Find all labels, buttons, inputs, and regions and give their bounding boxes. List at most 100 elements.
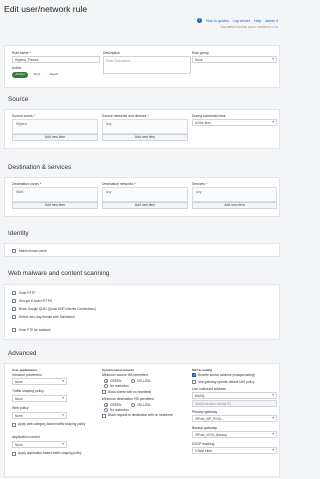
scan-http-checkbox[interactable] [12, 291, 16, 295]
min-dest-label: Minimum destination HB permitted [102, 397, 154, 401]
user-name: admin [265, 18, 276, 23]
add-dest-network-button[interactable]: Add new item [102, 202, 188, 209]
rule-name-label: Rule name * [12, 51, 31, 55]
rule-name-input[interactable]: Highest_Phones [12, 56, 100, 63]
match-users-label: Match known users [19, 249, 47, 253]
apply-app-shaping-checkbox[interactable] [12, 452, 16, 456]
source-heading: Source [8, 96, 29, 103]
apply-app-shaping-label: Apply application-based traffic shaping … [18, 451, 82, 455]
dest-networks-label: Destination networks * [102, 182, 136, 186]
dest-zones-label: Destination zones * [12, 182, 42, 186]
gateway-nat-label: Use gateway specific default NAT policy [198, 380, 255, 384]
add-dest-zone-button[interactable]: Add new item [12, 202, 98, 209]
how-to-link[interactable]: How to guides [206, 19, 229, 23]
source-networks-label: Source networks and devices * [102, 114, 149, 118]
org-name: FIELDBUR HOUSE GOLF COMPANY LTD [220, 25, 278, 29]
block-quic-label: Block Google QUIC (Quick UDP Internet Co… [19, 307, 96, 311]
source-networks-list: Any [102, 119, 188, 134]
add-source-network-button[interactable]: Add new item [102, 134, 188, 141]
web-policy-label: Web policy [12, 406, 29, 410]
appctrl-label: Application control [12, 435, 40, 439]
backup-gateway-label: Backup gateway [192, 426, 217, 430]
help-icon: ? [196, 18, 202, 23]
action-label: Action [12, 66, 22, 70]
service-item: Any [196, 190, 202, 194]
source-green-label: GREEN [110, 379, 122, 383]
dscp-select[interactable]: 0 Best effort [192, 447, 277, 454]
outbound-select[interactable]: MASQ [192, 392, 277, 399]
block-clients-label: Block clients with no heartbeat [108, 390, 152, 394]
decrypt-https-checkbox[interactable] [12, 299, 16, 303]
ips-label: Intrusion prevention [12, 373, 42, 377]
ips-select[interactable]: None [12, 378, 67, 385]
help-link[interactable]: Help [254, 19, 261, 23]
dest-zones-list: WAN [12, 187, 98, 202]
schedule-label: During scheduled time [192, 114, 226, 118]
user-menu[interactable]: admin ▾ [265, 19, 278, 23]
services-list: Any [192, 187, 277, 202]
schedule-select[interactable]: All the time [192, 119, 277, 126]
apply-web-shaping-checkbox[interactable] [12, 423, 16, 427]
advanced-card: User applications Intrusion prevention N… [4, 363, 280, 477]
scan-http-label: Scan HTTP [19, 291, 36, 295]
accept-button[interactable]: Accept [12, 72, 28, 78]
block-clients-checkbox[interactable] [102, 390, 106, 394]
source-none-radio[interactable] [104, 384, 108, 388]
identity-heading: Identity [8, 230, 29, 237]
gateway-nat-checkbox[interactable] [192, 380, 196, 384]
user-apps-heading: User applications [12, 368, 38, 372]
primary-gateway-select[interactable]: ISPold_ISP_POOL [192, 415, 277, 422]
description-label: Description [103, 51, 120, 55]
advanced-heading: Advanced [8, 350, 37, 357]
description-input[interactable]: Enter Description [103, 56, 191, 74]
add-service-button[interactable]: Add new item [192, 202, 277, 209]
primary-gateway-label: Primary gateway [192, 410, 218, 414]
block-request-checkbox[interactable] [102, 414, 106, 418]
drop-button[interactable]: Drop [30, 72, 44, 78]
dest-yellow-label: YELLOW [137, 403, 151, 407]
source-card: Source zones * Highest Add new item Sour… [4, 109, 280, 149]
dest-network-item: Any [106, 190, 112, 194]
rewrite-source-checkbox[interactable] [192, 373, 196, 377]
apply-web-shaping-label: Apply web category-based traffic shaping… [18, 422, 86, 426]
dest-none-label: No restriction [110, 408, 129, 412]
backup-gateway-select[interactable]: ISPold_VDSL_Backup [192, 431, 277, 438]
sandstorm-checkbox[interactable] [12, 315, 16, 319]
rule-group-select[interactable]: None [192, 56, 277, 63]
dest-yellow-radio[interactable] [131, 403, 135, 407]
destination-card: Destination zones * WAN Add new item Des… [4, 177, 280, 217]
reject-button[interactable]: Reject [46, 72, 62, 78]
outbound-hint: WAN(Interface default IP) [192, 400, 277, 407]
log-viewer-link[interactable]: Log viewer [233, 19, 250, 23]
source-zone-item: Highest [16, 122, 27, 126]
add-source-zone-button[interactable]: Add new item [12, 134, 98, 141]
source-zones-label: Source zones * [12, 114, 35, 118]
scan-ftp-label: Scan FTP for malware [19, 328, 51, 332]
source-yellow-radio[interactable] [131, 379, 135, 383]
source-network-item: Any [106, 122, 112, 126]
appctrl-select[interactable]: None [12, 441, 67, 448]
source-none-label: No restriction [110, 384, 129, 388]
shaping-label: Traffic shaping policy [12, 389, 44, 393]
dest-green-radio[interactable] [104, 403, 108, 407]
web-card: Scan HTTP Decrypt & scan HTTPS Block Goo… [4, 284, 280, 340]
shaping-select[interactable]: None [12, 395, 67, 402]
match-users-checkbox[interactable] [12, 249, 16, 253]
nat-heading: NAT & routing [192, 368, 213, 372]
source-zones-list: Highest [12, 119, 98, 134]
rule-card: Rule name * Highest_Phones Action Accept… [4, 45, 280, 88]
chevron-down-icon: ▾ [276, 18, 278, 23]
outbound-label: Use outbound address [192, 387, 227, 391]
web-policy-select[interactable]: None [12, 412, 67, 419]
dest-none-radio[interactable] [104, 408, 108, 412]
source-yellow-label: YELLOW [137, 379, 151, 383]
block-quic-checkbox[interactable] [12, 307, 16, 311]
rule-group-label: Rule group [192, 51, 209, 55]
destination-heading: Destination & services [8, 164, 72, 171]
source-green-radio[interactable] [104, 379, 108, 383]
identity-card: Match known users [4, 243, 280, 257]
decrypt-https-label: Decrypt & scan HTTPS [19, 299, 52, 303]
page-title: Edit user/network rule [4, 4, 88, 14]
min-source-label: Minimum source HB permitted [102, 373, 148, 377]
scan-ftp-checkbox[interactable] [12, 328, 16, 332]
